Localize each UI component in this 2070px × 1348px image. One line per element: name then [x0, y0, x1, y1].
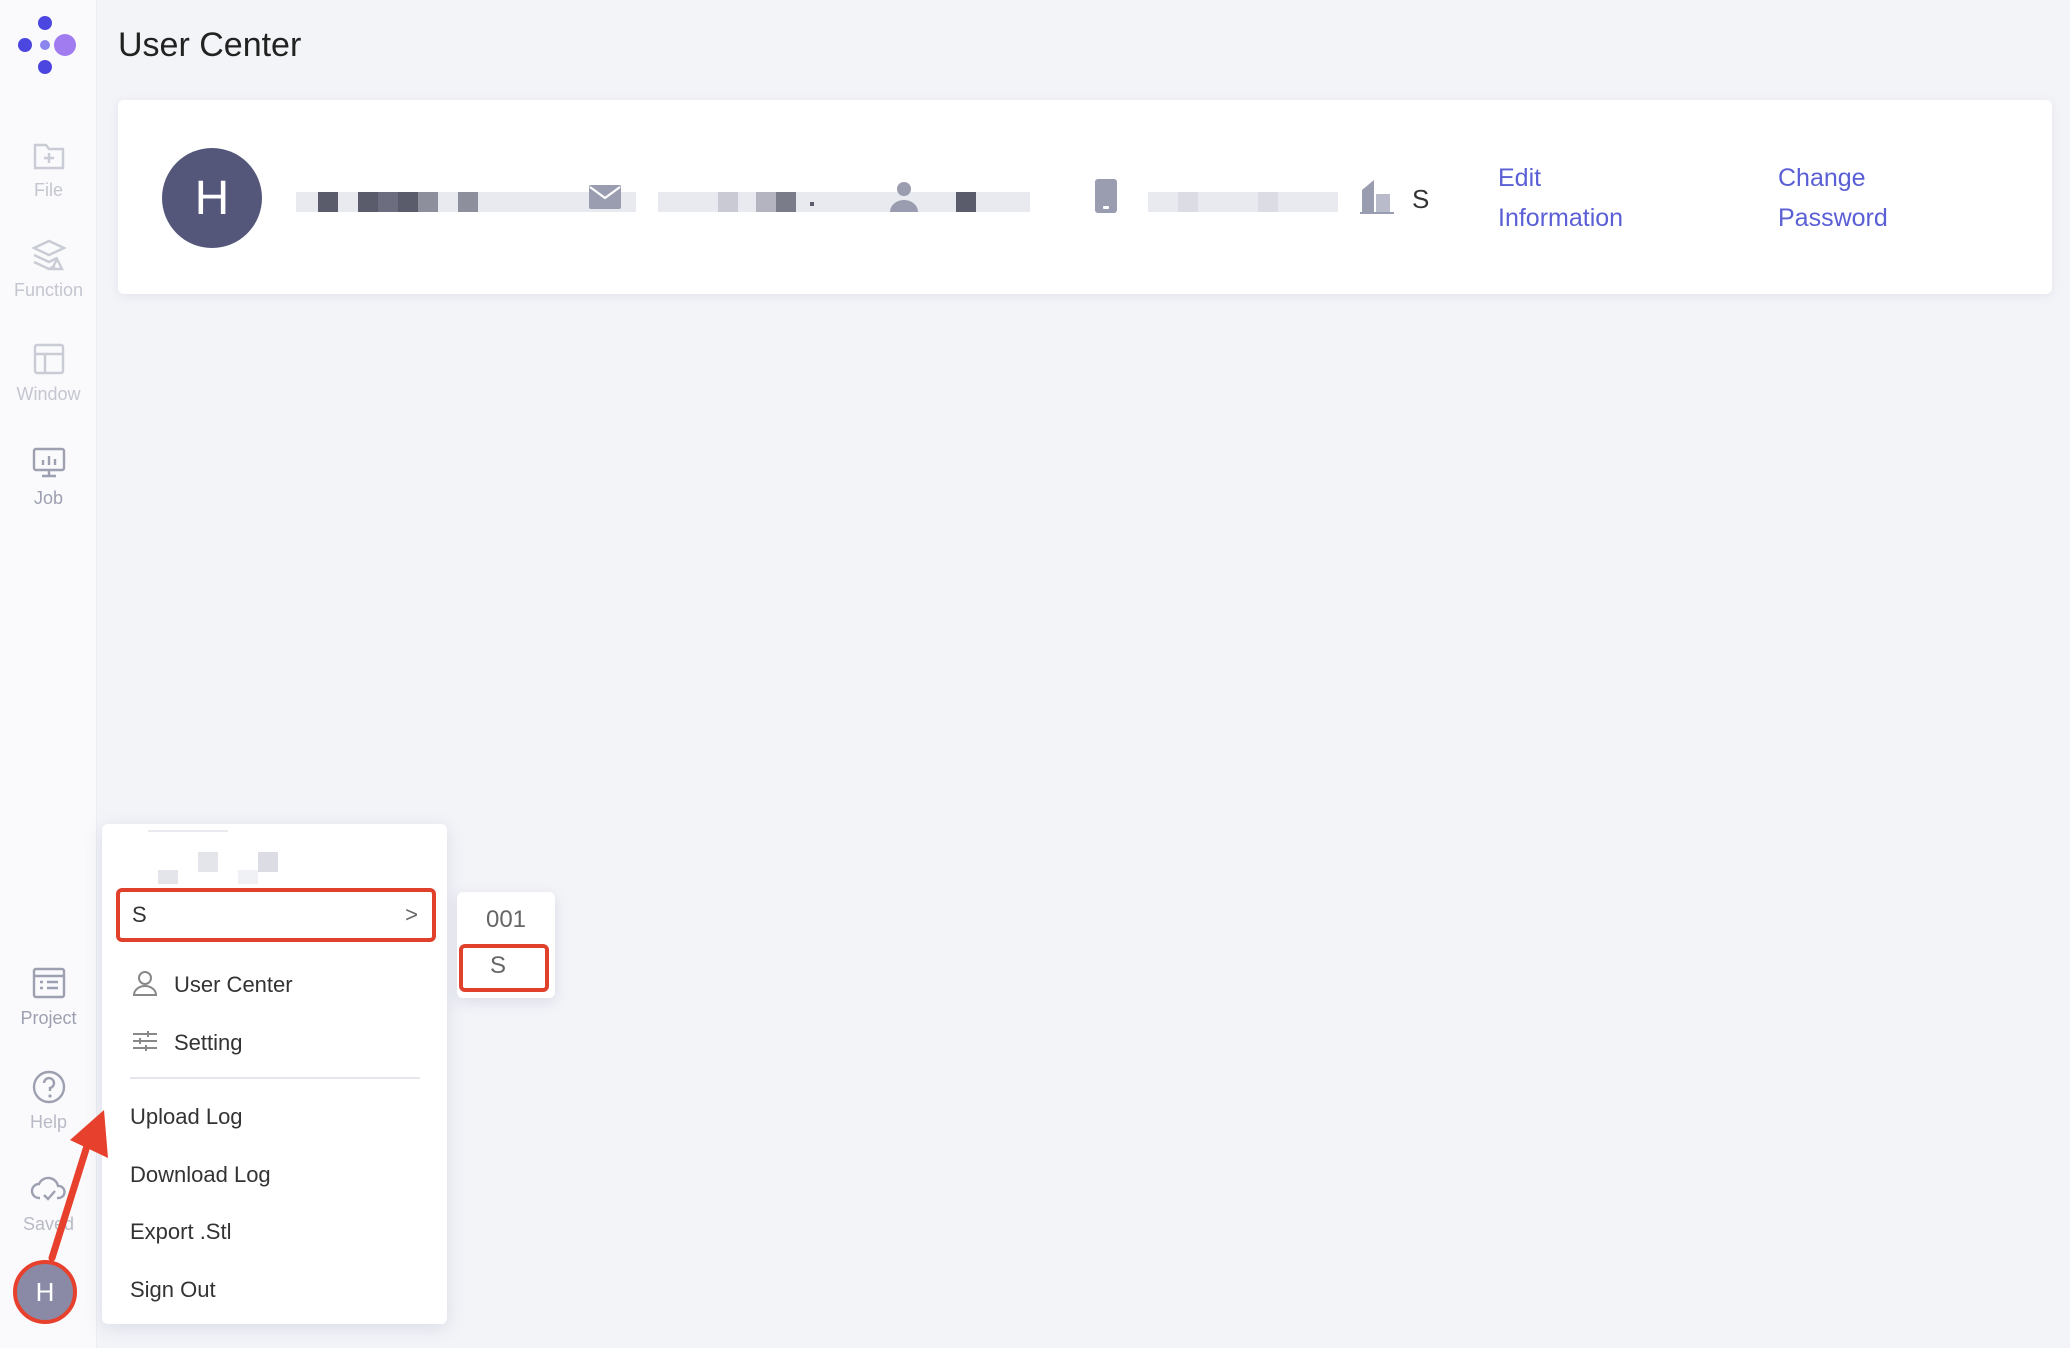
menu-item-sign-out[interactable]: Sign Out: [130, 1277, 216, 1303]
list-icon: [32, 967, 65, 999]
user-avatar-button[interactable]: H: [13, 1260, 77, 1324]
sidebar-item-label: File: [33, 180, 63, 200]
sidebar-item-help[interactable]: Help: [0, 1068, 97, 1133]
page-title: User Center: [118, 26, 302, 64]
avatar-letter: H: [35, 1276, 55, 1307]
file-add-icon: [33, 143, 64, 170]
organization-selector[interactable]: S >: [116, 888, 436, 942]
layout-icon: [33, 343, 64, 375]
menu-item-upload-log[interactable]: Upload Log: [130, 1104, 243, 1130]
sidebar-item-label: Job: [33, 488, 64, 508]
cloud-check-icon: [30, 1176, 66, 1201]
edit-link-line2: Information: [1498, 204, 1624, 232]
organization-submenu: 001 S: [457, 892, 555, 998]
phone-icon: [1095, 179, 1117, 213]
menu-item-export-stl[interactable]: Export .Stl: [130, 1219, 231, 1245]
sidebar-item-function[interactable]: Function: [0, 236, 97, 301]
avatar: H: [162, 148, 262, 248]
sidebar-item-label: Help: [29, 1112, 68, 1132]
edit-information-link[interactable]: Edit Information: [1498, 158, 1623, 238]
company-name: S: [1412, 184, 1430, 214]
user-info-card: H S Edit Information Change Password: [118, 100, 2052, 294]
chevron-right-icon: >: [405, 902, 418, 927]
edit-link-line1: Edit: [1498, 164, 1542, 192]
sliders-icon: [133, 1031, 157, 1051]
change-password-link[interactable]: Change Password: [1778, 158, 1888, 238]
sidebar-item-label: Window: [16, 384, 81, 404]
password-link-line1: Change: [1778, 164, 1866, 192]
avatar-letter: H: [194, 171, 230, 225]
person-icon: [890, 182, 918, 212]
organization-name: S: [132, 902, 147, 927]
building-icon: [1360, 180, 1394, 214]
sidebar-item-window[interactable]: Window: [0, 340, 97, 405]
mail-icon: [589, 185, 621, 209]
menu-item-download-log[interactable]: Download Log: [130, 1162, 271, 1188]
menu-divider: [130, 1077, 420, 1079]
user-dropdown-menu: S > User Center Setting Upload Log Downl…: [102, 824, 447, 1324]
password-link-line2: Password: [1778, 204, 1888, 232]
sidebar-item-label: Saved: [22, 1214, 75, 1234]
menu-item-setting[interactable]: Setting: [174, 1030, 243, 1056]
sidebar-item-saved[interactable]: Saved: [0, 1170, 97, 1235]
menu-item-user-center[interactable]: User Center: [174, 972, 293, 998]
sidebar-item-label: Function: [13, 280, 84, 300]
submenu-item-001[interactable]: 001: [457, 906, 555, 934]
sidebar-item-file[interactable]: File: [0, 136, 97, 201]
app-logo[interactable]: [14, 14, 84, 80]
user-outline-icon: [132, 971, 158, 996]
sidebar-item-label: Project: [20, 1008, 77, 1028]
sidebar-item-project[interactable]: Project: [0, 964, 97, 1029]
submenu-item-s[interactable]: S: [449, 952, 547, 980]
help-icon: [32, 1070, 65, 1104]
sidebar: File Function Window Job Project Help Sa…: [0, 0, 97, 1348]
sidebar-item-job[interactable]: Job: [0, 444, 97, 509]
monitor-chart-icon: [32, 447, 65, 478]
layers-icon: [30, 239, 67, 271]
